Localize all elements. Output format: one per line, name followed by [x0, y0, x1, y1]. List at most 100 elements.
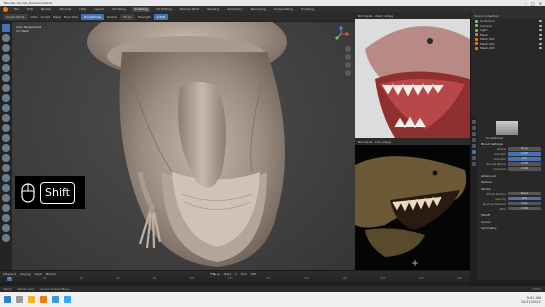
taskbar-clock[interactable]: 9:41 AM 10/12/2021: [521, 296, 541, 304]
start-menu-icon[interactable]: [4, 296, 11, 303]
nudge-brush-icon[interactable]: [2, 204, 10, 212]
jump-end-icon[interactable]: ⏭: [217, 272, 220, 276]
visibility-eye-icon[interactable]: [539, 29, 542, 32]
visibility-eye-icon[interactable]: [539, 20, 542, 23]
flatten-brush-icon[interactable]: [2, 124, 10, 132]
reference-image-shark[interactable]: Not Inputs · shark_ref.jpg: [355, 12, 470, 138]
normal-radius-field[interactable]: 0.500: [508, 162, 541, 166]
menu-view[interactable]: View: [31, 15, 38, 19]
panel-advanced[interactable]: Advanced: [480, 174, 543, 179]
inflate-brush-icon[interactable]: [2, 84, 10, 92]
menu-marker[interactable]: Marker: [46, 272, 56, 276]
grab-brush-icon[interactable]: [2, 164, 10, 172]
blob-brush-icon[interactable]: [2, 94, 10, 102]
viewport-3d[interactable]: User Perspective (1) Mesh Shift: [12, 22, 355, 270]
browser-icon[interactable]: [52, 296, 59, 303]
photoshop-icon[interactable]: [64, 296, 71, 303]
brush-selector[interactable]: SculptDraw: [80, 13, 105, 20]
minimize-button[interactable]: –: [525, 1, 527, 6]
rotate-brush-icon[interactable]: [2, 214, 10, 222]
draw-brush-icon[interactable]: [2, 24, 10, 32]
panel-cursor[interactable]: Cursor: [480, 220, 543, 225]
strength-property-field[interactable]: 0.500: [508, 152, 541, 156]
menu-mask[interactable]: Mask: [53, 15, 61, 19]
jitter-field[interactable]: 0.000: [508, 206, 541, 211]
clay-brush-icon[interactable]: [2, 44, 10, 52]
tab-scripting[interactable]: Scripting: [299, 7, 316, 12]
layer-brush-icon[interactable]: [2, 74, 10, 82]
pose-brush-icon[interactable]: [2, 194, 10, 202]
menu-window[interactable]: Window: [58, 7, 74, 12]
start-frame-field[interactable]: 1: [235, 272, 237, 276]
tab-texture-paint[interactable]: Texture Paint: [178, 7, 201, 12]
radius-field[interactable]: 50 px: [120, 13, 135, 20]
draw-sharp-brush-icon[interactable]: [2, 34, 10, 42]
visibility-eye-icon[interactable]: [539, 47, 542, 50]
mask-brush-icon[interactable]: [2, 224, 10, 232]
panel-symmetry[interactable]: Symmetry: [480, 226, 543, 231]
clay-strips-brush-icon[interactable]: [2, 54, 10, 62]
menu-help[interactable]: Help: [77, 7, 88, 12]
file-explorer-icon[interactable]: [28, 296, 35, 303]
spacing-distance-field[interactable]: View: [508, 201, 541, 206]
brush-name[interactable]: SculptDraw: [480, 136, 543, 140]
play-icon[interactable]: ▶: [214, 272, 216, 276]
tab-sculpting[interactable]: Sculpting: [132, 6, 151, 12]
fill-brush-icon[interactable]: [2, 134, 10, 142]
smooth-brush-icon[interactable]: [2, 114, 10, 122]
blender-taskbar-icon[interactable]: [40, 296, 47, 303]
brush-thumbnail[interactable]: [496, 121, 518, 135]
menu-sculpt[interactable]: Sculpt: [41, 15, 50, 19]
tab-shading[interactable]: Shading: [205, 7, 221, 12]
hardness-field[interactable]: 0.000: [508, 167, 541, 171]
output-tab-icon[interactable]: [472, 132, 476, 136]
panel-texture[interactable]: Texture: [480, 180, 543, 185]
spacing-field[interactable]: 10%: [508, 196, 541, 201]
stroke-method-field[interactable]: Space: [508, 191, 541, 196]
tab-uv-editing[interactable]: UV Editing: [154, 7, 174, 12]
pan-hand-icon[interactable]: [345, 54, 351, 60]
thumb-brush-icon[interactable]: [2, 184, 10, 192]
clay-thumb-brush-icon[interactable]: [2, 64, 10, 72]
render-tab-icon[interactable]: [472, 126, 476, 130]
visibility-eye-icon[interactable]: [539, 42, 542, 45]
scrape-brush-icon[interactable]: [2, 144, 10, 152]
world-tab-icon[interactable]: [472, 144, 476, 148]
modifier-tab-icon[interactable]: [472, 156, 476, 160]
visibility-eye-icon[interactable]: [539, 24, 542, 27]
menu-render[interactable]: Render: [39, 7, 54, 12]
outliner-row[interactable]: Mesh.003: [471, 46, 545, 51]
tool-tab-icon[interactable]: [472, 120, 476, 124]
snake-hook-brush-icon[interactable]: [2, 174, 10, 182]
crease-brush-icon[interactable]: [2, 104, 10, 112]
scene-tab-icon[interactable]: [472, 138, 476, 142]
tab-modeling[interactable]: Modeling: [110, 7, 128, 12]
strength-field[interactable]: 0.500: [153, 13, 169, 20]
menu-keying[interactable]: Keying: [20, 272, 30, 276]
box-mask-icon[interactable]: [2, 234, 10, 242]
close-button[interactable]: ✕: [539, 1, 542, 6]
pinch-brush-icon[interactable]: [2, 154, 10, 162]
perspective-toggle-icon[interactable]: [345, 70, 351, 76]
menu-timeline-view[interactable]: View: [34, 272, 41, 276]
navigation-gizmo-icon[interactable]: [333, 26, 349, 42]
blender-logo-icon[interactable]: [3, 6, 8, 12]
jump-start-icon[interactable]: ⏮: [210, 272, 213, 276]
tab-compositing[interactable]: Compositing: [272, 7, 295, 12]
timeline-ruler[interactable]: 0 20 40 60 80 100 120 140 160 180 200 22…: [0, 277, 470, 281]
radius-property-field[interactable]: 50 px: [508, 147, 541, 151]
zoom-icon[interactable]: [345, 46, 351, 52]
tab-layout[interactable]: Layout: [92, 7, 106, 12]
end-frame-field[interactable]: 250: [251, 272, 257, 276]
search-icon[interactable]: [16, 296, 23, 303]
playhead[interactable]: 1: [7, 277, 12, 281]
menu-edit[interactable]: Edit: [25, 7, 35, 12]
direction-property-field[interactable]: Add: [508, 157, 541, 161]
camera-view-icon[interactable]: [345, 62, 351, 68]
menu-face-sets[interactable]: Face Sets: [64, 15, 78, 19]
panel-falloff[interactable]: Falloff: [480, 213, 543, 218]
mode-selector[interactable]: Sculpt Mode: [3, 13, 28, 20]
menu-playback[interactable]: Playback: [3, 272, 16, 276]
object-tab-icon[interactable]: [472, 150, 476, 154]
tab-rendering[interactable]: Rendering: [249, 7, 268, 12]
